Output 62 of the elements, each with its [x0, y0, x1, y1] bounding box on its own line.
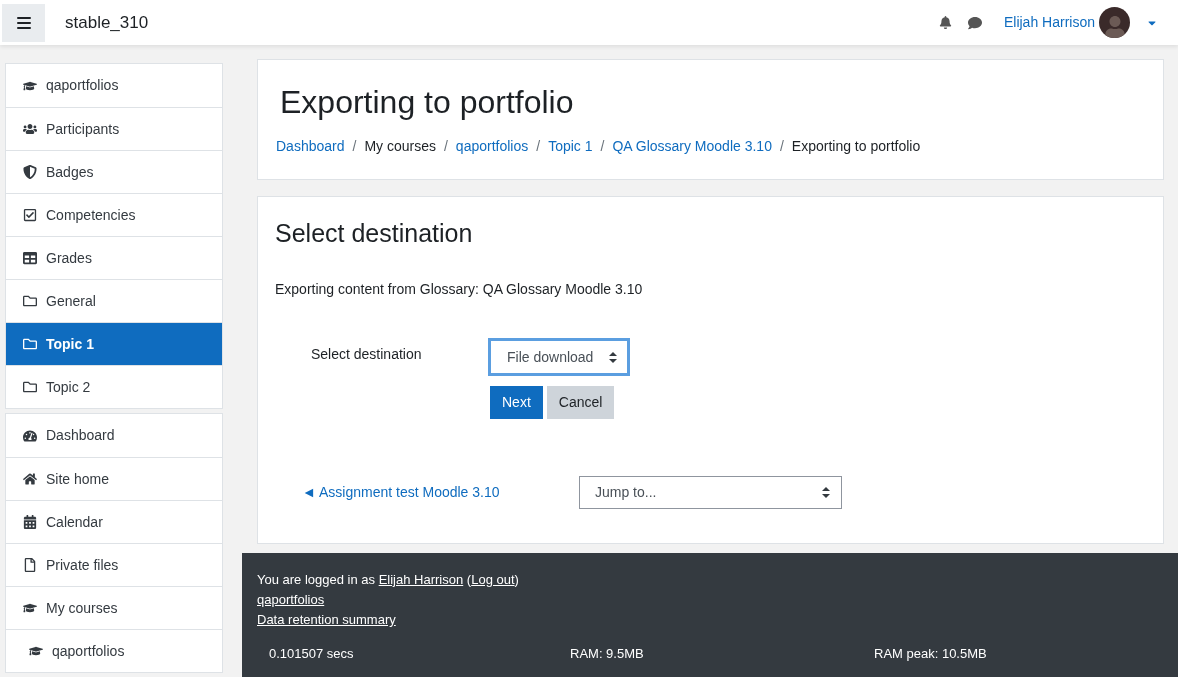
footer-link[interactable]: qaportfolios: [257, 592, 325, 607]
performance-stat: RAM: 9.5MB: [570, 645, 645, 663]
breadcrumb-text: My courses: [364, 137, 436, 156]
graduation-cap-icon: [29, 644, 43, 658]
jump-to-select[interactable]: Jump to...: [579, 476, 842, 509]
nav-item[interactable]: Participants: [6, 107, 222, 150]
breadcrumb-link[interactable]: QA Glossary Moodle 3.10: [612, 136, 772, 157]
site-name[interactable]: stable_310: [65, 9, 149, 36]
breadcrumb-separator: /: [779, 137, 784, 156]
footer-link[interactable]: Data retention summary: [257, 612, 396, 627]
breadcrumb-separator: /: [352, 137, 357, 156]
nav-item[interactable]: qaportfolios: [6, 64, 222, 107]
updown-arrows-icon: [609, 351, 617, 363]
house-icon: [23, 472, 37, 486]
next-button[interactable]: Next: [490, 386, 543, 419]
updown-arrows-icon: [822, 487, 830, 498]
table-icon: [23, 251, 37, 265]
nav-item[interactable]: Dashboard: [6, 414, 222, 457]
nav-item[interactable]: Grades: [6, 236, 222, 279]
graduation-cap-icon: [23, 601, 37, 615]
cancel-button[interactable]: Cancel: [546, 386, 615, 419]
breadcrumb-separator: /: [536, 137, 541, 156]
chat-icon[interactable]: [967, 15, 982, 30]
field-label: Select destination: [310, 345, 423, 364]
bell-icon[interactable]: [938, 16, 952, 29]
breadcrumb-link[interactable]: qaportfolios: [455, 136, 529, 157]
nav-item[interactable]: Competencies: [6, 193, 222, 236]
folder-icon: [23, 380, 37, 394]
breadcrumb-link[interactable]: Topic 1: [548, 136, 593, 157]
footer-link[interactable]: Elijah Harrison: [378, 572, 464, 587]
nav-item[interactable]: Site home: [6, 457, 222, 500]
folder-icon: [23, 337, 37, 351]
avatar[interactable]: [1099, 7, 1130, 38]
page-title: Exporting to portfolio: [280, 83, 575, 122]
nav-item[interactable]: Private files: [6, 543, 222, 586]
gauge-icon: [23, 428, 37, 443]
breadcrumb-separator: /: [443, 137, 448, 156]
performance-stat: 0.101507 secs: [269, 645, 355, 663]
previous-activity-link[interactable]: ◄ Assignment test Moodle 3.10: [302, 482, 579, 503]
performance-stat: RAM peak: 10.5MB: [874, 645, 988, 663]
nav-item[interactable]: Topic 2: [6, 365, 222, 408]
folder-icon: [23, 294, 37, 308]
footer-link[interactable]: Log out: [471, 572, 515, 587]
login-info: You are logged in as Elijah Harrison (Log out): [257, 571, 520, 589]
section-heading: Select destination: [275, 218, 474, 249]
nav-item[interactable]: My courses: [6, 586, 222, 629]
destination-select[interactable]: File download: [488, 338, 630, 376]
menu-button[interactable]: [2, 3, 45, 42]
breadcrumb-link[interactable]: Dashboard: [276, 136, 345, 157]
shield-icon: [23, 165, 37, 179]
nav-item[interactable]: qaportfolios: [6, 629, 222, 672]
file-icon: [23, 558, 37, 572]
intro-text: Exporting content from Glossary: QA Glossary Moodle 3.10: [275, 280, 644, 299]
people-icon: [23, 122, 37, 136]
checkbox-icon: [23, 208, 37, 222]
breadcrumb-text: Exporting to portfolio: [791, 137, 921, 156]
nav-item[interactable]: Topic 1: [6, 322, 222, 365]
breadcrumb-separator: /: [600, 137, 605, 156]
nav-item[interactable]: Calendar: [6, 500, 222, 543]
calendar-icon: [23, 515, 37, 529]
nav-item[interactable]: Badges: [6, 150, 222, 193]
user-name[interactable]: Elijah Harrison: [1003, 12, 1095, 33]
